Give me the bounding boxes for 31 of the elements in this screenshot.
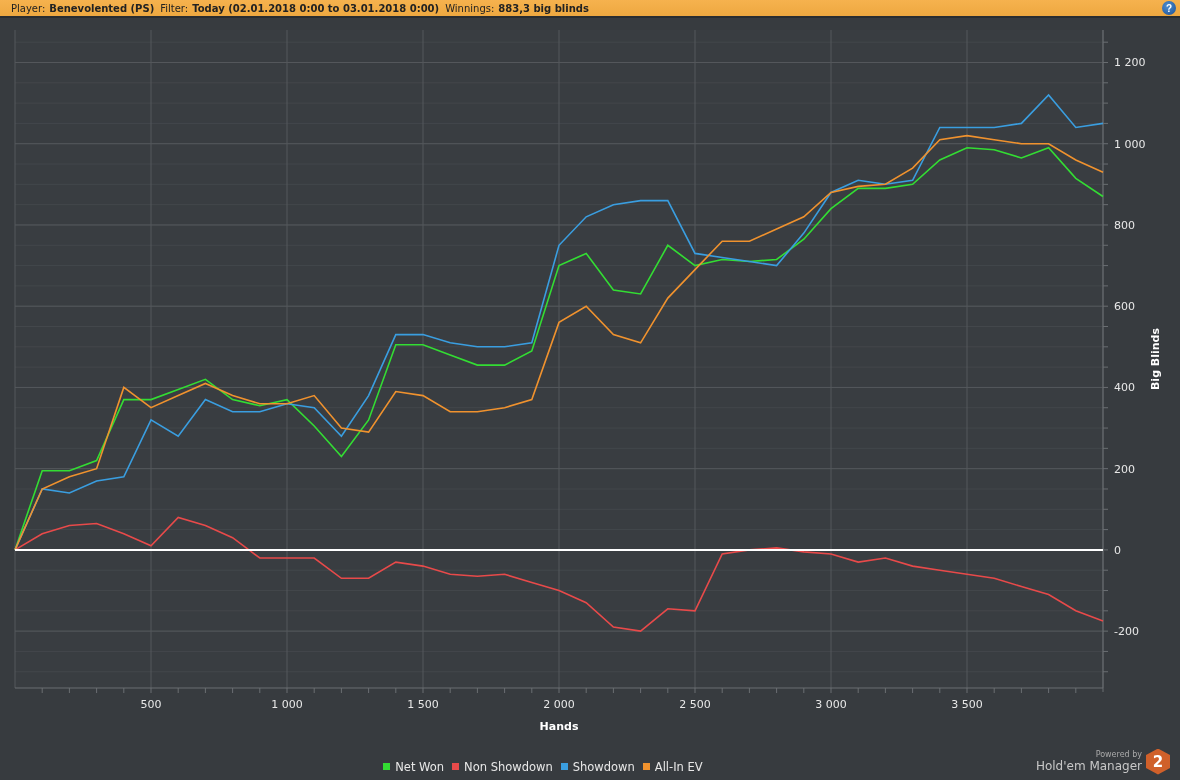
filter-label: Player: <box>11 2 46 14</box>
legend-label: Non Showdown <box>464 759 553 774</box>
legend-label: All-In EV <box>654 759 703 774</box>
x-axis-title: Hands <box>539 720 579 733</box>
x-tick-label: 3 500 <box>951 698 983 711</box>
filter-value: Benevolented (PS) <box>49 2 155 14</box>
x-tick-label: 1 500 <box>407 698 439 711</box>
y-tick-label: 1 200 <box>1114 56 1146 70</box>
y-tick-label: 200 <box>1114 462 1135 476</box>
legend-label: Net Won <box>395 759 445 774</box>
y-tick-label: 1 000 <box>1114 137 1146 151</box>
help-button[interactable]: ? <box>1162 1 1176 15</box>
x-tick-label: 2 000 <box>543 698 575 711</box>
filter-value: 883,3 big blinds <box>498 2 589 14</box>
filter-value: Today (02.01.2018 0:00 to 03.01.2018 0:00) <box>192 2 440 14</box>
x-tick-label: 2 500 <box>679 698 711 711</box>
y-tick-label: 600 <box>1114 300 1135 314</box>
y-axis-title: Big Blinds <box>1149 328 1162 390</box>
logo-badge: 2 <box>1146 748 1170 775</box>
y-tick-label: -200 <box>1114 625 1139 639</box>
filter-label: Filter: <box>160 2 189 14</box>
y-tick-label: 0 <box>1114 543 1121 557</box>
y-tick-label: 400 <box>1114 381 1135 395</box>
product-name: Hold'em Manager <box>1035 759 1142 773</box>
legend-label: Showdown <box>572 759 635 774</box>
x-tick-label: 1 000 <box>271 698 303 711</box>
x-tick-label: 3 000 <box>815 698 847 711</box>
filter-label: Winnings: <box>445 2 495 14</box>
x-tick-label: 500 <box>140 698 162 711</box>
y-tick-label: 800 <box>1114 218 1135 232</box>
powered-by-text: Powered by <box>1095 750 1142 759</box>
